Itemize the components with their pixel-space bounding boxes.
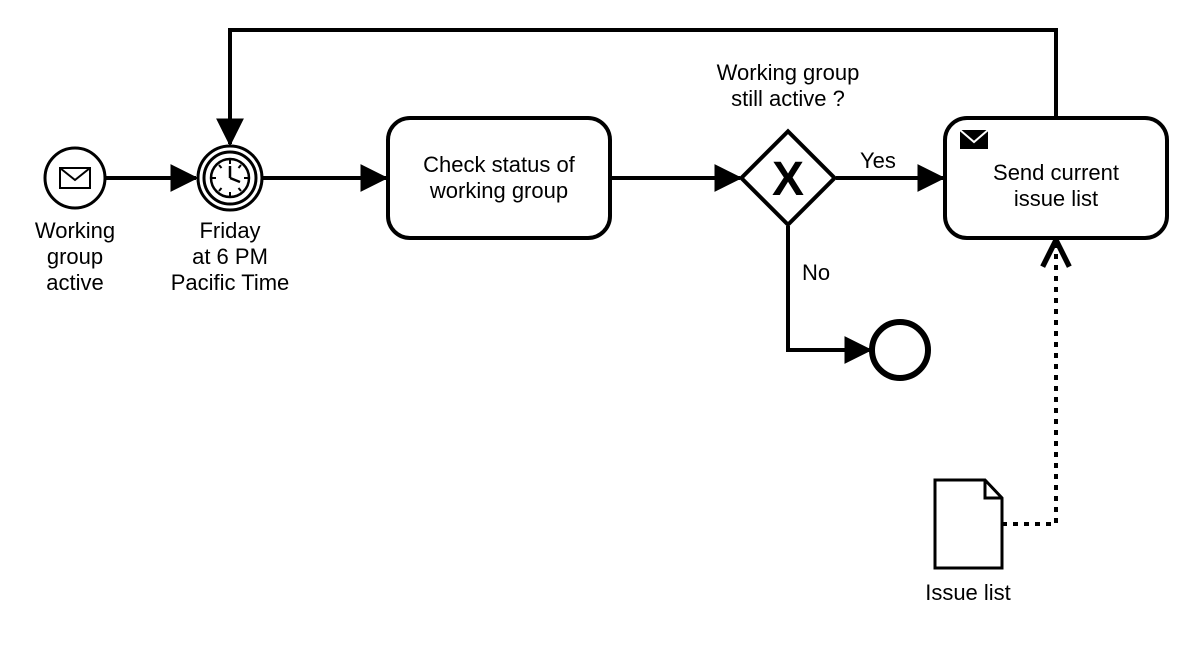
envelope-icon [60, 168, 90, 188]
flow-no-label: No [802, 260, 830, 285]
data-association [1002, 240, 1056, 524]
x-icon: X [772, 153, 804, 206]
start-event-label-1: Working [35, 218, 115, 243]
task-check-label-1: Check status of [423, 152, 576, 177]
clock-icon [211, 159, 249, 197]
flow-yes-label: Yes [860, 148, 896, 173]
task-send-label-2: issue list [1014, 186, 1098, 211]
end-event [872, 322, 928, 378]
task-send-label-1: Send current [993, 160, 1119, 185]
gateway-question-2: still active ? [731, 86, 845, 111]
start-event-label-3: active [46, 270, 103, 295]
start-event-label-2: group [47, 244, 103, 269]
envelope-icon [960, 130, 988, 149]
gateway-question-1: Working group [717, 60, 860, 85]
flow-no [788, 226, 870, 350]
timer-event-label-1: Friday [199, 218, 260, 243]
timer-event-label-3: Pacific Time [171, 270, 290, 295]
timer-event-label-2: at 6 PM [192, 244, 268, 269]
data-object-issue-list [935, 480, 1002, 568]
data-object-label: Issue list [925, 580, 1011, 605]
timer-event [198, 146, 262, 210]
gateway-exclusive: X [741, 131, 834, 224]
bpmn-diagram: Working group active Friday at 6 PM [0, 0, 1200, 652]
task-check-label-2: working group [429, 178, 568, 203]
start-event [45, 148, 105, 208]
flow-loop-back [230, 30, 1056, 144]
